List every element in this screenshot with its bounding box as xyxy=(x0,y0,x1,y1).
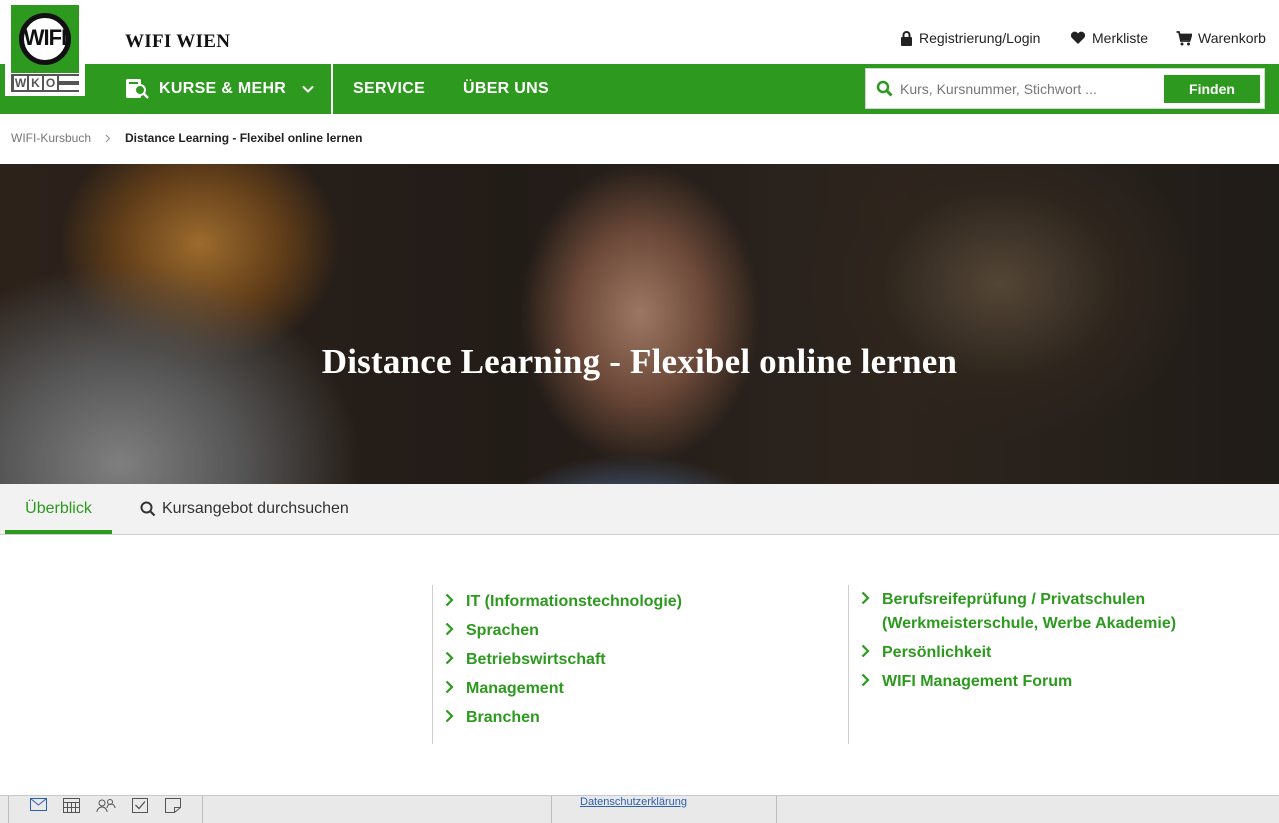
cart-icon xyxy=(1176,30,1192,45)
category-link[interactable]: IT (Informationstechnologie) xyxy=(433,590,847,614)
mail-icon[interactable] xyxy=(30,798,47,811)
course-search-icon xyxy=(126,79,149,99)
cart-label: Warenkorb xyxy=(1198,30,1266,46)
logo-wko: W K O xyxy=(11,74,79,92)
search-input[interactable] xyxy=(900,78,1155,100)
chevron-right-icon xyxy=(105,134,111,142)
nav-about-label: ÜBER UNS xyxy=(463,80,549,97)
privacy-link[interactable]: Datenschutzerklärung xyxy=(580,796,687,808)
chevron-down-icon xyxy=(302,85,314,93)
brand-name[interactable]: WIFI WIEN xyxy=(125,31,230,53)
category-label: Branchen xyxy=(466,709,540,726)
breadcrumb: WIFI-Kursbuch Distance Learning - Flexib… xyxy=(11,131,362,145)
breadcrumb-current: Distance Learning - Flexibel online lern… xyxy=(125,131,363,145)
taskbar-divider xyxy=(202,796,203,823)
wishlist-label: Merkliste xyxy=(1092,30,1149,46)
nav-service-label: SERVICE xyxy=(353,80,426,97)
nav-about[interactable]: ÜBER UNS xyxy=(463,64,549,114)
contacts-icon[interactable] xyxy=(96,798,116,813)
wishlist-link[interactable]: Merkliste xyxy=(1070,30,1148,46)
tasks-icon[interactable] xyxy=(132,798,148,813)
nav-service[interactable]: SERVICE xyxy=(353,64,425,114)
category-link[interactable]: Berufsreifeprüfung / Privatschulen (Werk… xyxy=(849,588,1189,636)
logo-letter-w: W xyxy=(14,76,27,90)
chevron-right-icon xyxy=(445,622,454,636)
top-header: WIFI WIEN Registrierung/Login Merkliste … xyxy=(0,0,1279,64)
category-label: WIFI Management Forum xyxy=(882,673,1073,690)
logo-text: WIFI xyxy=(23,25,67,50)
chevron-right-icon xyxy=(445,651,454,665)
category-link[interactable]: Branchen xyxy=(433,706,847,730)
logo-letter-k: K xyxy=(29,76,42,90)
category-column-right: Berufsreifeprüfung / Privatschulen (Werk… xyxy=(848,585,1268,744)
tab-bar: Überblick Kursangebot durchsuchen xyxy=(0,484,1279,535)
tab-search-courses[interactable]: Kursangebot durchsuchen xyxy=(140,484,349,534)
notes-icon[interactable] xyxy=(165,798,181,813)
hero-banner: Distance Learning - Flexibel online lern… xyxy=(0,164,1279,484)
chevron-right-icon xyxy=(861,644,870,658)
main-nav: KURSE & MEHR SERVICE ÜBER UNS Finden xyxy=(0,64,1279,114)
taskbar-divider xyxy=(776,796,777,823)
category-label: Berufsreifeprüfung / Privatschulen (Werk… xyxy=(882,591,1177,632)
cart-link[interactable]: Warenkorb xyxy=(1176,30,1266,46)
wifi-logo[interactable]: WIFI W K O xyxy=(5,4,85,96)
nav-courses-label: KURSE & MEHR xyxy=(159,80,287,97)
tab-overview[interactable]: Überblick xyxy=(5,484,112,534)
logo-letter-o: O xyxy=(44,76,57,90)
category-label: IT (Informationstechnologie) xyxy=(466,593,682,610)
heart-icon xyxy=(1070,31,1086,44)
nav-courses-menu[interactable]: KURSE & MEHR xyxy=(125,64,314,114)
lock-icon xyxy=(901,30,912,46)
category-label: Persönlichkeit xyxy=(882,644,992,661)
category-label: Management xyxy=(466,680,564,697)
nav-separator xyxy=(331,64,333,114)
mail-app-taskbar: Datenschutzerklärung xyxy=(0,796,1279,823)
taskbar-divider xyxy=(551,796,552,823)
search-icon xyxy=(876,80,893,97)
category-link[interactable]: Persönlichkeit xyxy=(849,641,1268,665)
hero-title: Distance Learning - Flexibel online lern… xyxy=(321,342,958,381)
logo-bars xyxy=(59,76,79,90)
chevron-right-icon xyxy=(861,673,870,687)
login-link[interactable]: Registrierung/Login xyxy=(900,30,1040,46)
chevron-right-icon xyxy=(445,709,454,723)
calendar-icon[interactable] xyxy=(63,798,80,813)
category-link[interactable]: Sprachen xyxy=(433,619,847,643)
category-column-left: IT (Informationstechnologie) Sprachen Be… xyxy=(432,585,847,744)
search-icon xyxy=(140,501,156,517)
tab-search-courses-label: Kursangebot durchsuchen xyxy=(162,500,349,517)
category-label: Sprachen xyxy=(466,622,539,639)
category-link[interactable]: Betriebswirtschaft xyxy=(433,648,847,672)
search-box: Finden xyxy=(865,68,1265,109)
login-label: Registrierung/Login xyxy=(919,30,1041,46)
chevron-right-icon xyxy=(445,680,454,694)
find-button[interactable]: Finden xyxy=(1164,75,1260,103)
category-link[interactable]: Management xyxy=(433,677,847,701)
breadcrumb-home[interactable]: WIFI-Kursbuch xyxy=(11,131,91,145)
category-label: Betriebswirtschaft xyxy=(466,651,606,668)
category-link[interactable]: WIFI Management Forum xyxy=(849,670,1268,694)
logo-green-block: WIFI xyxy=(11,5,79,73)
chevron-right-icon xyxy=(445,593,454,607)
chevron-right-icon xyxy=(861,591,870,605)
tab-overview-label: Überblick xyxy=(25,500,92,517)
taskbar-divider xyxy=(8,796,9,823)
